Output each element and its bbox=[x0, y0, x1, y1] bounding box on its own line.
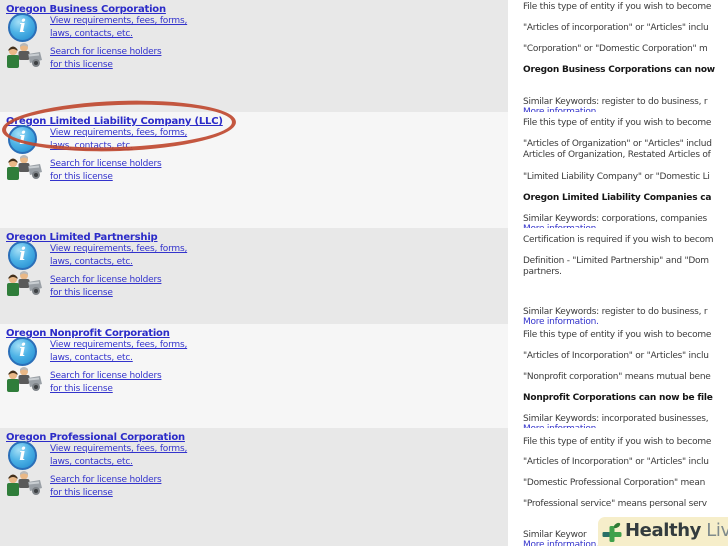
description-line: "Limited Liability Company" or "Domestic… bbox=[523, 172, 710, 182]
view-requirements-link[interactable]: View requirements, fees, forms, laws, con… bbox=[50, 243, 187, 269]
section-business-corporation: Oregon Business Corporation i View requi… bbox=[0, 0, 728, 112]
section-llc: Oregon Limited Liability Company (LLC) i… bbox=[0, 112, 728, 228]
more-information-link[interactable]: More information. bbox=[523, 317, 599, 324]
section-left-cell: Oregon Business Corporation i View requi… bbox=[0, 0, 508, 112]
description-line: "Nonprofit corporation" means mutual ben… bbox=[523, 372, 711, 382]
description-line-bold: Oregon Limited Liability Companies ca bbox=[523, 193, 712, 203]
section-nonprofit-corporation: Oregon Nonprofit Corporation i View requ… bbox=[0, 324, 728, 428]
info-icon[interactable]: i bbox=[8, 441, 37, 470]
license-holders-icon[interactable] bbox=[4, 270, 44, 296]
healthy-living-watermark: Healthy Living bbox=[598, 517, 728, 546]
view-requirements-link[interactable]: View requirements, fees, forms, laws, con… bbox=[50, 443, 187, 469]
description-line: Certification is required if you wish to… bbox=[523, 235, 714, 245]
description-line: File this type of entity if you wish to … bbox=[523, 330, 712, 340]
section-description: Certification is required if you wish to… bbox=[508, 228, 728, 324]
description-line: File this type of entity if you wish to … bbox=[523, 2, 712, 12]
search-license-holders-link[interactable]: Search for license holders for this licen… bbox=[50, 474, 162, 500]
view-requirements-link[interactable]: View requirements, fees, forms, laws, con… bbox=[50, 15, 187, 41]
description-line: "Professional service" means personal se… bbox=[523, 499, 707, 509]
more-information-link[interactable]: More information. bbox=[523, 540, 599, 546]
section-description: File this type of entity if you wish to … bbox=[508, 0, 728, 112]
description-line: "Articles of Incorporation" or "Articles… bbox=[523, 351, 709, 361]
section-left-cell: Oregon Limited Liability Company (LLC) i… bbox=[0, 112, 508, 228]
description-line-bold: Nonprofit Corporations can now be file bbox=[523, 393, 713, 403]
entity-heading-link[interactable]: Oregon Business Corporation bbox=[6, 4, 166, 15]
description-line: "Articles of incorporation" or "Articles… bbox=[523, 23, 709, 33]
description-line-bold: Oregon Business Corporations can now bbox=[523, 65, 715, 75]
license-holders-icon[interactable] bbox=[4, 366, 44, 392]
search-license-holders-link[interactable]: Search for license holders for this licen… bbox=[50, 158, 162, 184]
view-requirements-link[interactable]: View requirements, fees, forms, laws, con… bbox=[50, 127, 187, 153]
description-line: "Articles of Incorporation" or "Articles… bbox=[523, 457, 709, 467]
search-license-holders-link[interactable]: Search for license holders for this licen… bbox=[50, 274, 162, 300]
section-left-cell: Oregon Limited Partnership i View requir… bbox=[0, 228, 508, 324]
section-limited-partnership: Oregon Limited Partnership i View requir… bbox=[0, 228, 728, 324]
info-icon[interactable]: i bbox=[8, 125, 37, 154]
license-holders-icon[interactable] bbox=[4, 42, 44, 68]
description-line: "Domestic Professional Corporation" mean bbox=[523, 478, 706, 488]
search-license-holders-link[interactable]: Search for license holders for this licen… bbox=[50, 370, 162, 396]
search-license-holders-link[interactable]: Search for license holders for this licen… bbox=[50, 46, 162, 72]
section-left-cell: Oregon Nonprofit Corporation i View requ… bbox=[0, 324, 508, 428]
description-line: File this type of entity if you wish to … bbox=[523, 437, 712, 447]
description-line: Definition - "Limited Partnership" and "… bbox=[523, 256, 709, 266]
description-line: "Articles of Organization" or "Articles"… bbox=[523, 139, 712, 149]
description-line: File this type of entity if you wish to … bbox=[523, 118, 712, 128]
description-line: Articles of Organization, Restated Artic… bbox=[523, 150, 711, 160]
entity-heading-link[interactable]: Oregon Limited Partnership bbox=[6, 232, 158, 243]
entity-heading-link[interactable]: Oregon Professional Corporation bbox=[6, 432, 185, 443]
info-icon[interactable]: i bbox=[8, 337, 37, 366]
info-icon[interactable]: i bbox=[8, 13, 37, 42]
info-icon[interactable]: i bbox=[8, 241, 37, 270]
entity-heading-link[interactable]: Oregon Nonprofit Corporation bbox=[6, 328, 170, 339]
watermark-label: Healthy Living bbox=[625, 520, 728, 541]
description-line: partners. bbox=[523, 267, 562, 277]
license-holders-icon[interactable] bbox=[4, 470, 44, 496]
license-holders-icon[interactable] bbox=[4, 154, 44, 180]
description-line: "Corporation" or "Domestic Corporation" … bbox=[523, 44, 708, 54]
license-directory-page: Oregon Business Corporation i View requi… bbox=[0, 0, 728, 546]
section-left-cell: Oregon Professional Corporation i View r… bbox=[0, 428, 508, 546]
section-description: File this type of entity if you wish to … bbox=[508, 324, 728, 428]
entity-heading-link[interactable]: Oregon Limited Liability Company (LLC) bbox=[6, 116, 223, 127]
section-description: File this type of entity if you wish to … bbox=[508, 112, 728, 228]
view-requirements-link[interactable]: View requirements, fees, forms, laws, con… bbox=[50, 339, 187, 365]
plus-leaf-icon bbox=[601, 522, 623, 546]
